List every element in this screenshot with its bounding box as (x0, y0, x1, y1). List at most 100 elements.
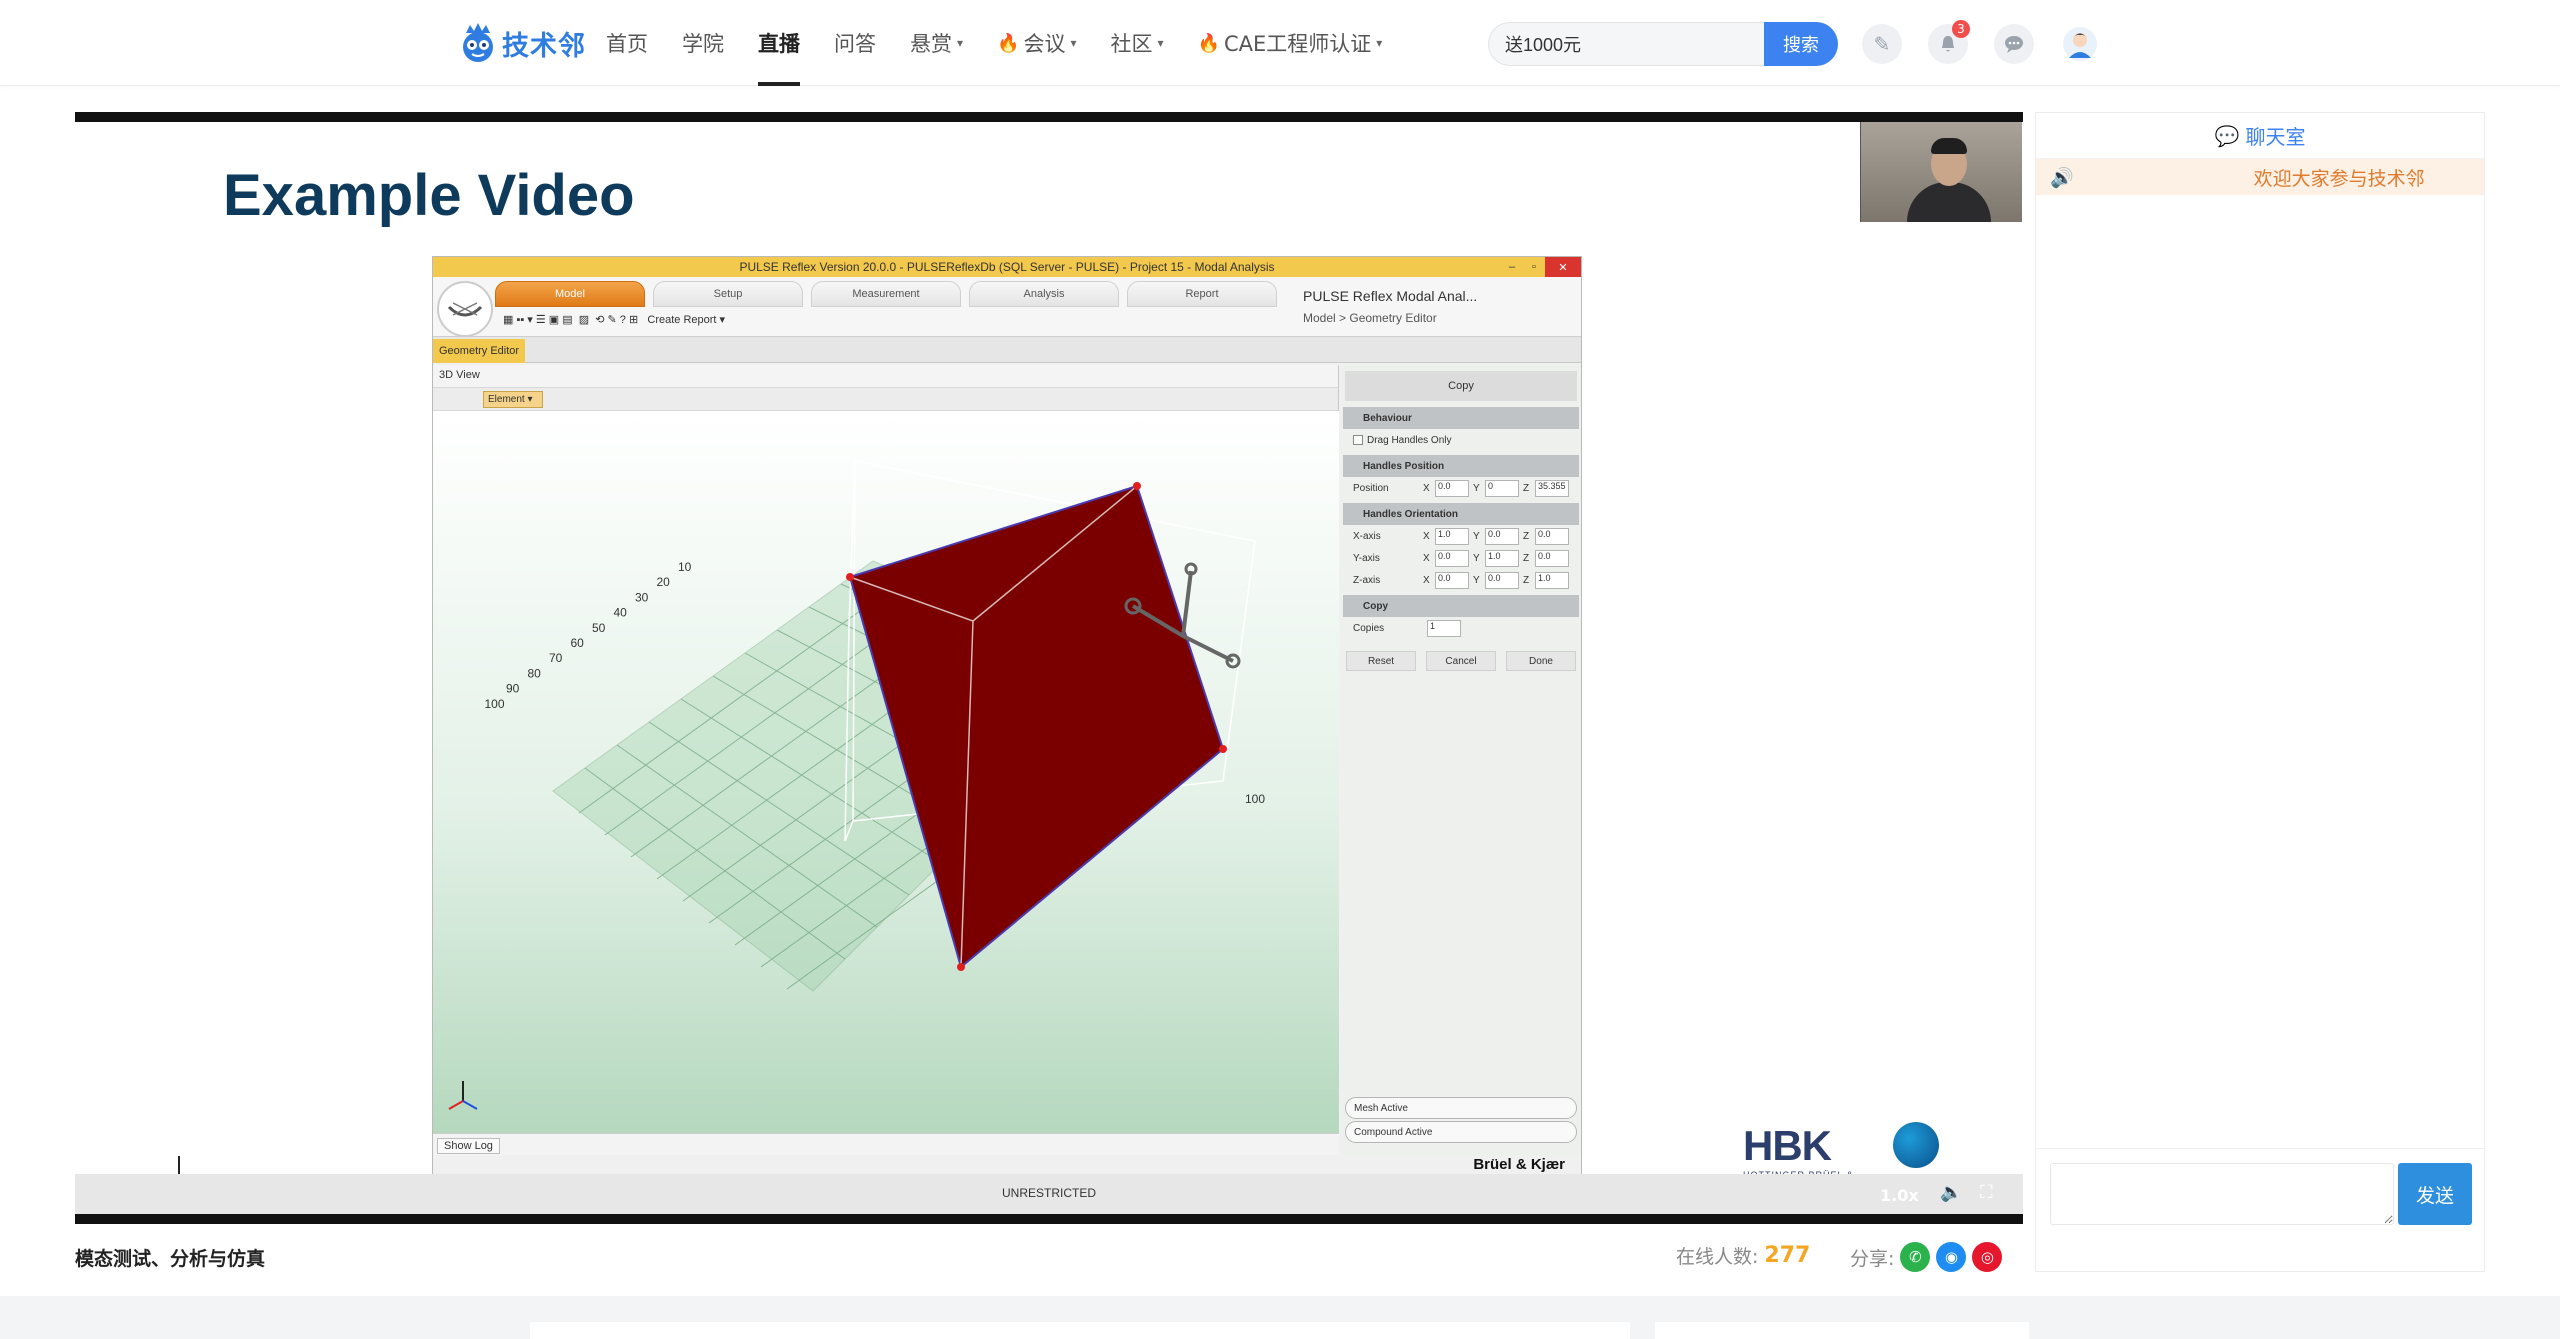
video-player[interactable]: Example Video PULSE Reflex Version 20.0.… (75, 112, 2023, 1224)
chat-compose: 发送 (2036, 1148, 2486, 1273)
logo-text: 技术邻 (502, 30, 586, 62)
ribbon-toolbar: ▦ ▪▪ ▾ ☰ ▣ ▤ ▨ ⟲ ✎ ? ⊞ Create Report ▾ (503, 314, 726, 326)
nav-item-label: 直播 (758, 32, 800, 56)
nav-item-label: 首页 (606, 32, 648, 56)
bell-icon[interactable]: 3 (1928, 20, 1970, 64)
minimize-icon: – (1508, 261, 1516, 273)
copy-title: Copy (1345, 371, 1577, 401)
presenter-webcam (1860, 122, 2022, 222)
chat-title: 聊天室 (2245, 125, 2306, 149)
online-label: 在线人数: (1676, 1246, 1759, 1268)
show-log-button: Show Log (437, 1138, 500, 1154)
send-button[interactable]: 发送 (2398, 1163, 2472, 1225)
ribbon-breadcrumb: PULSE Reflex Modal Anal... Model > Geome… (1303, 285, 1477, 329)
3d-view-title: 3D View (433, 365, 1338, 387)
hbk-globe-icon (1893, 1122, 1939, 1168)
ribbon-tab: Model (495, 281, 645, 307)
player-control-bar: UNRESTRICTED 1.0x 🔈 ⛶ (75, 1174, 2023, 1214)
axis-tick-label: 40 (614, 606, 628, 620)
element-select: Element ▾ (483, 391, 543, 408)
chevron-down-icon: ▾ (1157, 36, 1164, 50)
xaxis-row: X-axis X 1.0 Y 0.0 Z 0.0 (1341, 525, 1581, 547)
axis-tick-label: 10 (678, 560, 692, 574)
content-card-right (1655, 1322, 2029, 1339)
main-nav: 首页 学院 直播 问答 悬赏 ▾ 🔥 会议 ▾ 社区 ▾ 🔥 CAE工程师认证 ▾ (606, 0, 1416, 86)
show-log-bar: Show Log (433, 1133, 1339, 1155)
classification-label: UNRESTRICTED (1001, 1186, 1096, 1200)
axis-tick-label: 100 (485, 697, 505, 711)
axis-tick-label: 50 (592, 621, 606, 635)
3d-canvas: 10 20 30 40 50 60 70 80 90 100 100 (433, 411, 1339, 1135)
ribbon-tabs: Model Setup Measurement Analysis Report (495, 281, 1285, 307)
nav-item-label: 学院 (682, 32, 724, 56)
axis-tick-label: 90 (506, 682, 520, 696)
copy-properties-panel: Copy Behaviour Drag Handles Only Handles… (1341, 365, 1581, 1155)
drag-handles-row: Drag Handles Only (1341, 429, 1581, 451)
app-title: PULSE Reflex Version 20.0.0 - PULSERefle… (739, 260, 1275, 274)
ribbon-path: Model > Geometry Editor (1303, 311, 1437, 325)
copies-row: Copies 1 (1341, 617, 1581, 639)
chevron-down-icon: ▾ (957, 36, 964, 50)
chevron-down-icon: ▾ (1376, 36, 1383, 50)
pulse-reflex-window: PULSE Reflex Version 20.0.0 - PULSERefle… (432, 256, 1582, 1176)
yaxis-row: Y-axis X 0.0 Y 1.0 Z 0.0 (1341, 547, 1581, 569)
nav-item-4[interactable]: 悬赏 ▾ (910, 0, 963, 86)
done-button: Done (1506, 651, 1576, 671)
nav-item-2[interactable]: 直播 (758, 0, 800, 86)
search-button[interactable]: 搜索 (1764, 22, 1838, 66)
weibo-share-icon[interactable]: ◎ (1972, 1242, 2003, 1272)
handles-position-section: Handles Position (1343, 455, 1579, 477)
nav-item-5[interactable]: 🔥 会议 ▾ (997, 0, 1076, 86)
ribbon-tab: Setup (653, 281, 803, 307)
app-titlebar: PULSE Reflex Version 20.0.0 - PULSERefle… (433, 257, 1581, 277)
ribbon-tab: Analysis (969, 281, 1119, 307)
axis-tick-label: 70 (549, 651, 563, 665)
wechat-share-icon[interactable]: ✆ (1900, 1242, 1931, 1272)
nav-item-label: CAE工程师认证 (1223, 32, 1372, 56)
nav-item-6[interactable]: 社区 ▾ (1110, 0, 1163, 86)
top-navigation: 技术邻 首页 学院 直播 问答 悬赏▾ 🔥会议 ▾ 社区 ▾ 🔥 CAE工程师认证 ▾ 搜索 ✎ 3 (0, 0, 2560, 86)
chat-header: 💬 聊天室 (2036, 113, 2484, 159)
edit-pen-icon[interactable]: ✎ (1862, 24, 1902, 64)
nav-item-1[interactable]: 学院 (682, 0, 724, 86)
geometry-scene: 102030405060708090100 100 (448, 460, 1265, 1110)
volume-icon[interactable]: 🔈 (1940, 1182, 1962, 1203)
editor-tabbar: Geometry Editor (433, 337, 1581, 363)
chat-message-input[interactable] (2050, 1163, 2394, 1225)
user-avatar[interactable] (2060, 24, 2100, 64)
chevron-down-icon: ▾ (1070, 36, 1077, 50)
bruel-kjaer-brand: Brüel & Kjær (1473, 1156, 1565, 1173)
nav-item-3[interactable]: 问答 (834, 0, 876, 86)
chat-bubble-icon: 💬 (2214, 123, 2240, 148)
nav-item-7[interactable]: 🔥 CAE工程师认证 ▾ (1198, 0, 1383, 86)
copy-actions: Reset Cancel Done (1341, 651, 1581, 671)
app-ribbon: Model Setup Measurement Analysis Report ▦ ▪▪… (433, 277, 1581, 337)
nav-item-0[interactable]: 首页 (606, 0, 648, 86)
nav-item-label: 会议 (1023, 32, 1066, 56)
nav-item-label: 问答 (834, 32, 876, 56)
fullscreen-icon[interactable]: ⛶ (1980, 1182, 1993, 1203)
logo-mascot-icon (463, 23, 493, 62)
search-input[interactable] (1488, 22, 1764, 66)
axis-tick-label: 20 (657, 575, 671, 589)
chat-notice-text: 欢迎大家参与技术邻 (2253, 167, 2425, 190)
drag-handles-checkbox (1353, 435, 1363, 445)
close-icon: ✕ (1545, 257, 1581, 277)
behaviour-section: Behaviour (1343, 407, 1579, 429)
online-number: 277 (1764, 1243, 1811, 1268)
site-logo[interactable]: 技术邻 (458, 20, 586, 66)
position-row: Position X 0.0 Y0 Z 35.355 (1341, 477, 1581, 499)
restore-icon: ▫ (1532, 261, 1536, 273)
handles-orientation-section: Handles Orientation (1343, 503, 1579, 525)
flame-icon: 🔥 (997, 32, 1020, 54)
reset-button: Reset (1346, 651, 1416, 671)
video-title: 模态测试、分析与仿真 (75, 1248, 266, 1270)
3d-view-panel: 3D View Element ▾ 10 20 30 40 50 60 70 8… (433, 365, 1339, 1155)
qq-share-icon[interactable]: ◉ (1936, 1242, 1967, 1272)
playback-speed-button[interactable]: 1.0x (1880, 1186, 1919, 1205)
message-icon[interactable] (1994, 24, 2034, 64)
online-count: 在线人数: 277 (1676, 1242, 1810, 1269)
share-bar: 分享: ✆ ◉ ◎ (1850, 1242, 2003, 1272)
nav-item-label: 社区 (1110, 32, 1153, 56)
3d-view-toolbar: Element ▾ (433, 387, 1338, 411)
